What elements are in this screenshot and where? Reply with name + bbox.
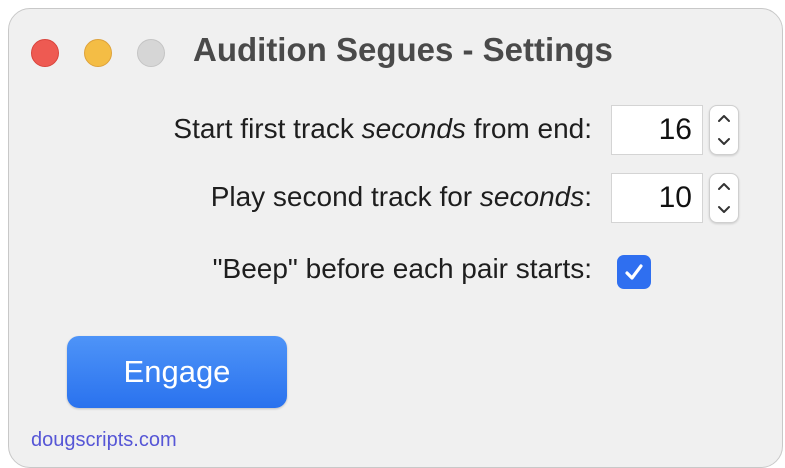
checkmark-icon xyxy=(625,264,643,280)
chevron-down-icon[interactable] xyxy=(710,130,738,154)
zoom-window-button xyxy=(137,39,165,67)
settings-window: Audition Segues - Settings Start first t… xyxy=(8,8,783,468)
label-text: : xyxy=(584,181,592,212)
chevron-up-icon[interactable] xyxy=(710,106,738,130)
play-second-track-label: Play second track for seconds: xyxy=(211,181,592,213)
dougscripts-link[interactable]: dougscripts.com xyxy=(31,429,177,452)
label-italic-text: seconds xyxy=(479,181,585,212)
minimize-window-button[interactable] xyxy=(84,39,112,67)
play-second-track-seconds-field[interactable]: 10 xyxy=(611,173,703,223)
play-second-track-stepper[interactable] xyxy=(709,173,739,223)
window-title: Audition Segues - Settings xyxy=(193,31,613,68)
title-bar[interactable]: Audition Segues - Settings xyxy=(9,9,782,79)
label-text: Start first track xyxy=(173,113,362,144)
chevron-up-icon[interactable] xyxy=(710,174,738,198)
close-window-button[interactable] xyxy=(31,39,59,67)
start-first-track-stepper[interactable] xyxy=(709,105,739,155)
label-italic-text: seconds xyxy=(361,113,466,144)
start-first-track-seconds-field[interactable]: 16 xyxy=(611,105,703,155)
chevron-down-icon[interactable] xyxy=(710,198,738,222)
beep-checkbox[interactable] xyxy=(617,255,651,289)
start-first-track-label: Start first track seconds from end: xyxy=(173,113,592,145)
label-text: Play second track for xyxy=(210,181,480,212)
beep-label: "Beep" before each pair starts: xyxy=(212,253,592,284)
label-text: from end: xyxy=(465,113,592,144)
engage-button[interactable]: Engage xyxy=(67,336,287,408)
